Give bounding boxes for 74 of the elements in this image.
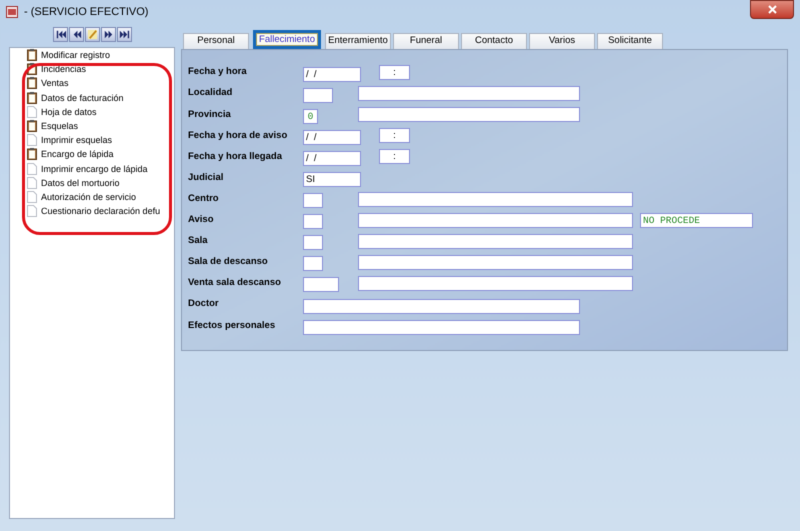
document-icon <box>27 134 37 146</box>
previous-record-icon[interactable] <box>68 27 84 42</box>
first-record-icon[interactable] <box>52 27 68 42</box>
tab[interactable]: Fallecimiento <box>253 30 321 49</box>
tree-item[interactable]: Datos de facturación <box>41 92 124 104</box>
tree-item[interactable]: Esquelas <box>41 120 78 132</box>
document-icon <box>27 176 37 189</box>
input-field[interactable]: SI <box>303 172 361 187</box>
app-icon <box>6 6 18 18</box>
input-field[interactable] <box>303 298 580 314</box>
tree-item[interactable]: Datos del mortuorio <box>41 176 120 189</box>
clipboard-icon <box>27 148 37 160</box>
field-label: Centro <box>188 192 220 206</box>
input-field[interactable]: : <box>379 65 410 80</box>
tree-item[interactable]: Ventas <box>41 77 69 90</box>
document-icon <box>27 106 37 118</box>
field-label: Aviso <box>188 213 215 228</box>
tree-item[interactable]: Imprimir esquelas <box>41 134 112 146</box>
field-label: Sala <box>188 234 209 248</box>
tab[interactable]: Solicitante <box>597 33 663 49</box>
next-record-icon[interactable] <box>100 27 116 42</box>
tree-item[interactable]: Hoja de datos <box>41 106 97 118</box>
close-button[interactable] <box>750 0 794 19</box>
input-field[interactable] <box>303 193 323 208</box>
field-label: Doctor <box>188 297 220 312</box>
clipboard-icon <box>27 120 37 132</box>
input-field[interactable] <box>303 256 323 272</box>
input-field[interactable]: / / <box>303 66 361 82</box>
input-field[interactable]: : <box>379 128 410 144</box>
tree-item[interactable]: Imprimir encargo de lápida <box>41 162 148 175</box>
clipboard-icon <box>27 77 37 90</box>
field-label: Fecha y hora llegada <box>188 150 284 164</box>
tree-item[interactable]: Cuestionario declaración defu <box>41 205 160 218</box>
tree-item[interactable]: Incidencias <box>41 63 86 76</box>
tab[interactable]: Contacto <box>461 33 527 49</box>
window-title: - (SERVICIO EFECTIVO) <box>24 4 148 20</box>
input-field[interactable] <box>358 234 633 249</box>
input-field[interactable] <box>358 212 633 228</box>
close-icon <box>768 5 776 14</box>
tab[interactable]: Enterramiento <box>325 33 391 49</box>
input-field[interactable] <box>358 254 633 270</box>
field-label: Fecha y hora <box>188 65 248 80</box>
field-label: Fecha y hora de aviso <box>188 128 288 143</box>
field-label: Efectos personales <box>188 318 276 332</box>
input-field[interactable] <box>358 107 580 122</box>
input-field[interactable]: 0 <box>303 108 318 124</box>
input-field[interactable] <box>358 192 633 207</box>
tab[interactable]: Varios <box>529 33 595 49</box>
document-icon <box>27 205 37 218</box>
tree-item[interactable]: Encargo de lápida <box>41 148 114 160</box>
input-field[interactable] <box>303 214 323 230</box>
document-icon <box>27 162 37 175</box>
tree-item[interactable]: Modificar registro <box>41 49 110 62</box>
document-icon <box>27 190 37 203</box>
field-label: Sala de descanso <box>188 255 269 270</box>
tab[interactable]: Personal <box>183 33 249 49</box>
input-field[interactable] <box>358 276 633 291</box>
input-field[interactable]: : <box>379 149 410 164</box>
input-field[interactable] <box>303 320 580 335</box>
tab[interactable]: Funeral <box>393 33 459 49</box>
input-field[interactable] <box>358 86 580 102</box>
field-label: Judicial <box>188 170 224 185</box>
input-field[interactable] <box>303 88 333 103</box>
field-label: Provincia <box>188 108 232 122</box>
input-field[interactable]: NO PROCEDE <box>640 212 753 228</box>
tree-item[interactable]: Autorización de servicio <box>41 190 136 203</box>
input-field[interactable]: / / <box>303 150 361 166</box>
field-label: Venta sala descanso <box>188 276 282 290</box>
last-record-icon[interactable] <box>116 27 132 42</box>
field-label: Localidad <box>188 86 234 100</box>
input-field[interactable] <box>303 277 339 292</box>
clipboard-icon <box>27 92 37 104</box>
input-field[interactable]: / / <box>303 130 361 145</box>
input-field[interactable] <box>303 235 323 250</box>
